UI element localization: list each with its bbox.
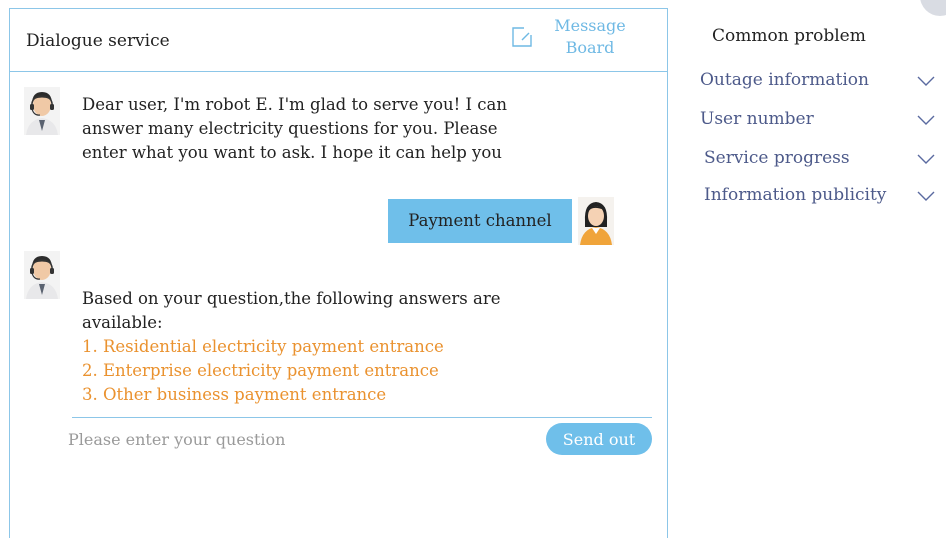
chevron-down-icon	[917, 154, 935, 164]
faq-item-service-progress[interactable]: Service progress	[700, 146, 940, 174]
edit-icon[interactable]	[510, 25, 534, 49]
chevron-down-icon	[917, 191, 935, 201]
chevron-down-icon	[917, 115, 935, 125]
answers-intro: Based on your question,the following ans…	[82, 289, 501, 332]
faq-label: Outage information	[700, 70, 869, 90]
common-problem-panel: Common problem Outage information User n…	[668, 0, 946, 526]
robot-agent-avatar	[24, 87, 60, 135]
message-board-line1: Message	[554, 16, 626, 35]
dialogue-panel: Dialogue service Message Board Dear user…	[9, 8, 668, 538]
message-board-link[interactable]: Message Board	[550, 15, 630, 59]
user-avatar	[578, 197, 614, 245]
chat-header: Dialogue service Message Board	[10, 9, 667, 72]
answer-link-other[interactable]: 3. Other business payment entrance	[82, 383, 532, 407]
faq-label: Service progress	[704, 148, 850, 168]
faq-item-information-publicity[interactable]: Information publicity	[700, 183, 940, 211]
send-button[interactable]: Send out	[546, 423, 652, 455]
chat-title: Dialogue service	[26, 31, 170, 51]
question-input[interactable]	[66, 425, 530, 453]
answer-link-residential[interactable]: 1. Residential electricity payment entra…	[82, 335, 532, 359]
faq-label: Information publicity	[704, 185, 887, 205]
input-divider	[72, 417, 652, 418]
bot-message-answers: Based on your question,the following ans…	[82, 287, 532, 407]
user-message-bubble: Payment channel	[388, 199, 572, 243]
corner-decoration	[920, 0, 946, 16]
message-board-line2: Board	[565, 38, 615, 57]
faq-item-user-number[interactable]: User number	[700, 107, 940, 135]
robot-agent-avatar	[24, 251, 60, 299]
answer-link-enterprise[interactable]: 2. Enterprise electricity payment entran…	[82, 359, 532, 383]
faq-label: User number	[700, 109, 814, 129]
bot-message-welcome: Dear user, I'm robot E. I'm glad to serv…	[82, 95, 507, 162]
common-problem-title: Common problem	[712, 26, 866, 46]
faq-item-outage-information[interactable]: Outage information	[700, 68, 940, 96]
chevron-down-icon	[917, 76, 935, 86]
